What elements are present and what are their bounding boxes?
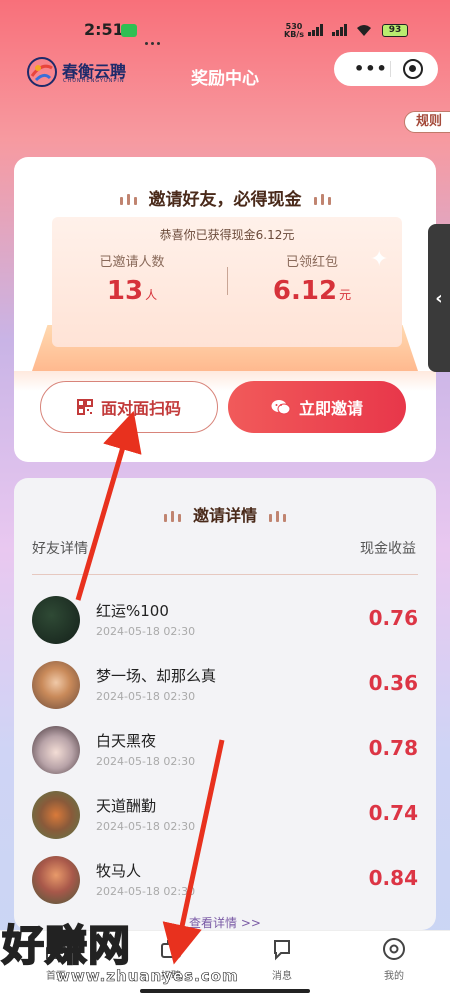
column-friends: 好友详情	[32, 541, 88, 557]
stat-divider	[227, 267, 228, 295]
friend-amount: 0.74	[368, 801, 418, 825]
status-bar: 2:51 530 KB/s 93	[0, 0, 450, 45]
details-heading-text: 邀请详情	[192, 506, 257, 525]
redpacket-stat: 已领红包 6.12 元	[232, 251, 392, 306]
friend-amount: 0.78	[368, 736, 418, 760]
more-options-icon[interactable]: •••	[354, 61, 388, 77]
friend-name: 天道酬勤	[96, 797, 157, 815]
app-header: 春衡云聘 CHUNHENGYUNPIN 奖励中心 •••	[0, 44, 450, 100]
face-to-face-scan-button[interactable]: 面对面扫码	[40, 381, 218, 433]
avatar	[32, 726, 80, 774]
avatar	[32, 596, 80, 644]
friend-row[interactable]: 红运%100 2024-05-18 02:30 0.76	[32, 596, 418, 646]
watermark-url: www.zhuanyes.com	[56, 967, 239, 986]
friend-amount: 0.84	[368, 866, 418, 890]
friend-row[interactable]: 白天黑夜 2024-05-18 02:30 0.78	[32, 726, 418, 776]
invite-heading-text: 邀请好友，必得现金	[148, 190, 302, 210]
friend-time: 2024-05-18 02:30	[96, 755, 196, 768]
invited-count-stat: 已邀请人数 13 人	[52, 251, 212, 306]
site-watermark: 好赚网 www.zhuanyes.com	[0, 912, 320, 986]
friend-time: 2024-05-18 02:30	[96, 885, 196, 898]
reward-summary: 恭喜你已获得现金6.12元 已邀请人数 13 人 已领红包 6.12 元 ✦	[52, 217, 402, 347]
reward-congrats: 恭喜你已获得现金6.12元	[159, 228, 295, 242]
invited-count-label: 已邀请人数	[99, 255, 165, 270]
avatar	[32, 661, 80, 709]
avatar	[32, 791, 80, 839]
side-drawer-handle[interactable]: ‹	[428, 224, 450, 372]
friend-row[interactable]: 天道酬勤 2024-05-18 02:30 0.74	[32, 791, 418, 841]
network-speed-unit: KB/s	[284, 30, 304, 39]
tab-profile[interactable]: 我的	[359, 937, 429, 982]
friend-time: 2024-05-18 02:30	[96, 690, 196, 703]
column-divider	[32, 574, 418, 575]
watermark-text: 好赚网	[1, 920, 132, 971]
heading-deco-right	[312, 190, 333, 210]
chevron-left-icon: ‹	[435, 287, 443, 309]
column-cash: 现金收益	[360, 541, 416, 557]
friend-name: 牧马人	[96, 862, 142, 880]
friend-name: 白天黑夜	[96, 732, 157, 750]
redpacket-label: 已领红包	[285, 255, 338, 270]
invite-button-label: 立即邀请	[298, 399, 363, 418]
heading-deco-left	[118, 190, 139, 210]
mini-program-capsule: •••	[334, 52, 438, 86]
friend-time: 2024-05-18 02:30	[96, 820, 196, 833]
invited-count-value: 13 人	[106, 276, 158, 306]
friend-time: 2024-05-18 02:30	[96, 625, 196, 638]
avatar	[32, 856, 80, 904]
scan-button-label: 面对面扫码	[100, 399, 181, 418]
status-time: 2:51	[84, 20, 124, 39]
tab-label: 我的	[384, 971, 404, 982]
capsule-divider	[390, 61, 391, 77]
rules-button[interactable]: 规则	[404, 111, 450, 133]
wechat-notification-icon	[121, 24, 137, 37]
redpacket-value: 6.12 元	[272, 276, 352, 306]
invite-card: 邀请好友，必得现金 恭喜你已获得现金6.12元 已邀请人数 13 人 已领红包 6…	[14, 157, 436, 462]
home-indicator	[140, 989, 310, 993]
heading-deco-right	[267, 507, 288, 526]
qr-code-icon	[76, 399, 93, 415]
friend-row[interactable]: 牧马人 2024-05-18 02:30 0.84	[32, 856, 418, 906]
sparkle-icon: ✦	[370, 247, 389, 272]
signal-icon	[308, 24, 328, 36]
friend-name: 红运%100	[96, 602, 169, 620]
invite-heading: 邀请好友，必得现金	[14, 185, 436, 210]
invite-details-card: 邀请详情 好友详情 现金收益 红运%100 2024-05-18 02:30 0…	[14, 478, 436, 930]
details-heading: 邀请详情	[14, 502, 436, 526]
wechat-icon	[271, 400, 291, 415]
friend-amount: 0.36	[368, 671, 418, 695]
signal-icon-2	[332, 24, 352, 36]
friend-name: 梦一场、却那么真	[96, 667, 217, 685]
close-mini-program-icon[interactable]	[403, 59, 423, 79]
wifi-icon	[356, 24, 372, 41]
more-notifications-icon	[145, 30, 163, 45]
friend-amount: 0.76	[368, 606, 418, 630]
heading-deco-left	[162, 507, 183, 526]
friend-row[interactable]: 梦一场、却那么真 2024-05-18 02:30 0.36	[32, 661, 418, 711]
profile-icon	[383, 938, 405, 960]
network-speed: 530 KB/s	[284, 23, 304, 39]
battery-icon: 93	[382, 24, 408, 37]
invite-now-button[interactable]: 立即邀请	[228, 381, 406, 433]
